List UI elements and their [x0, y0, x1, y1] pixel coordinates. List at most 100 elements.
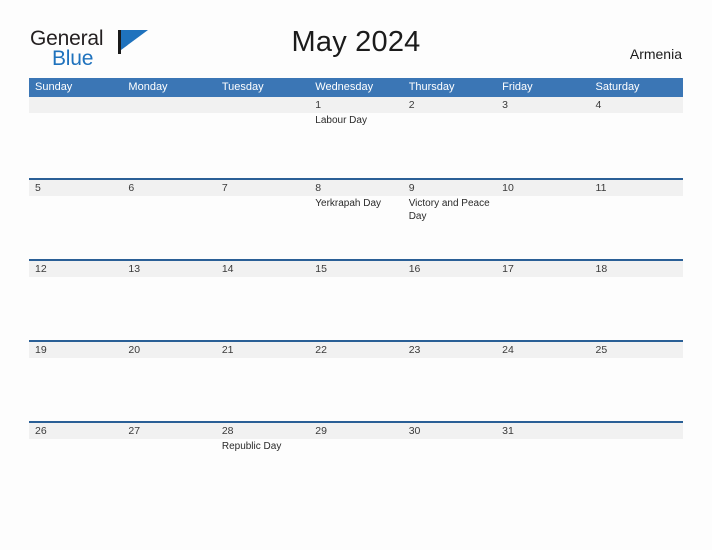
day-number: 17: [502, 263, 514, 275]
day-events: Yerkrapah Day: [315, 196, 397, 211]
day-number: 10: [502, 182, 514, 194]
calendar-day-cell[interactable]: 4: [590, 97, 683, 176]
calendar-day-cell[interactable]: 10: [496, 180, 589, 259]
day-number: 3: [502, 99, 508, 111]
day-number: [596, 423, 678, 439]
day-number: 18: [595, 263, 608, 275]
weekday-header-thursday: Thursday: [408, 81, 455, 93]
calendar-day-cell[interactable]: 3: [496, 97, 589, 176]
day-number: [222, 97, 304, 113]
calendar-day-cell[interactable]: 12: [29, 261, 122, 340]
calendar-day-cell[interactable]: 5: [29, 180, 122, 259]
calendar-day-cell[interactable]: 6: [122, 180, 215, 259]
day-number: 7: [221, 182, 228, 194]
calendar-day-cell[interactable]: 19: [29, 342, 122, 421]
calendar-week-days: 26 27 28 Republic Day 29 30 31: [29, 423, 683, 502]
day-events: Labour Day: [315, 113, 397, 128]
calendar-day-cell[interactable]: 29: [309, 423, 402, 502]
calendar-day-cell[interactable]: 7: [216, 180, 309, 259]
calendar-day-cell[interactable]: 17: [496, 261, 589, 340]
calendar-week-row: 12 13 14 15 16 17 18: [29, 259, 683, 340]
calendar-day-cell[interactable]: 2: [403, 97, 496, 176]
day-events: Victory and Peace Day: [409, 196, 491, 223]
calendar-day-cell[interactable]: 1 Labour Day: [309, 97, 402, 176]
day-number: 22: [315, 344, 327, 356]
calendar-day-cell-empty: [122, 97, 215, 176]
day-number: 9: [408, 182, 415, 194]
calendar-day-cell[interactable]: 14: [216, 261, 309, 340]
day-number: 23: [408, 344, 421, 356]
calendar-day-cell[interactable]: 9 Victory and Peace Day: [403, 180, 496, 259]
day-number: 25: [595, 344, 608, 356]
weekday-header-row: Sunday Monday Tuesday Wednesday Thursday…: [29, 78, 683, 97]
calendar-week-row: 5 6 7 8 Yerkrapah Day 9 Victory and Peace Day 1…: [29, 178, 683, 259]
day-number: [128, 97, 210, 113]
day-number: 31: [502, 425, 514, 437]
day-number: 13: [128, 263, 141, 275]
calendar-day-cell-empty: [216, 97, 309, 176]
day-number: 4: [595, 99, 602, 111]
calendar-day-cell[interactable]: 22: [309, 342, 402, 421]
day-number: 30: [408, 425, 421, 437]
day-number: 20: [128, 344, 141, 356]
day-number: 14: [221, 263, 234, 275]
calendar-weeks: 1 Labour Day 2 3 4 5 6 7 8 Yerkrapah Day 9 Victory …: [29, 97, 683, 502]
calendar-day-cell[interactable]: 21: [216, 342, 309, 421]
calendar-day-cell-empty: [590, 423, 683, 502]
calendar-day-cell[interactable]: 25: [590, 342, 683, 421]
day-number: 8: [315, 182, 322, 194]
page-title: May 2024: [291, 26, 421, 58]
day-number: 26: [35, 425, 47, 437]
day-number: 29: [315, 425, 327, 437]
calendar-day-cell[interactable]: 24: [496, 342, 589, 421]
calendar-day-cell[interactable]: 31: [496, 423, 589, 502]
page-header: General Blue May 2024 Armenia: [0, 0, 712, 76]
holiday-event-label: Republic Day: [221, 441, 282, 452]
calendar-week-row: 19 20 21 22 23 24 25: [29, 340, 683, 421]
weekday-header-friday: Friday: [502, 81, 533, 93]
calendar-day-cell[interactable]: 16: [403, 261, 496, 340]
day-number: 15: [315, 263, 327, 275]
calendar-day-cell[interactable]: 28 Republic Day: [216, 423, 309, 502]
day-number: 21: [221, 344, 234, 356]
calendar-day-cell[interactable]: 23: [403, 342, 496, 421]
weekday-header-saturday: Saturday: [595, 81, 640, 93]
weekday-header-monday: Monday: [128, 81, 168, 93]
calendar-day-cell[interactable]: 8 Yerkrapah Day: [309, 180, 402, 259]
holiday-event-label: Victory and Peace Day: [408, 198, 490, 222]
calendar-page: General Blue May 2024 Armenia Sunday Mon…: [0, 0, 712, 550]
calendar-grid: Sunday Monday Tuesday Wednesday Thursday…: [29, 78, 683, 502]
calendar-day-cell[interactable]: 11: [590, 180, 683, 259]
day-number: 19: [35, 344, 47, 356]
calendar-week-days: 1 Labour Day 2 3 4: [29, 97, 683, 176]
calendar-week-days: 5 6 7 8 Yerkrapah Day 9 Victory and Peace Day 1…: [29, 180, 683, 259]
calendar-day-cell[interactable]: 30: [403, 423, 496, 502]
weekday-header-tuesday: Tuesday: [221, 81, 264, 93]
calendar-day-cell[interactable]: 18: [590, 261, 683, 340]
calendar-week-days: 12 13 14 15 16 17 18: [29, 261, 683, 340]
holiday-event-label: Yerkrapah Day: [315, 198, 382, 209]
day-number: 12: [35, 263, 47, 275]
day-number: 24: [502, 344, 514, 356]
location-label: Armenia: [629, 46, 682, 62]
calendar-week-row: 1 Labour Day 2 3 4: [29, 97, 683, 178]
calendar-day-cell[interactable]: 27: [122, 423, 215, 502]
day-number: 28: [221, 425, 234, 437]
day-number: 16: [408, 263, 421, 275]
calendar-day-cell[interactable]: 20: [122, 342, 215, 421]
calendar-week-row: 26 27 28 Republic Day 29 30 31: [29, 421, 683, 502]
calendar-day-cell[interactable]: 26: [29, 423, 122, 502]
day-number: 11: [595, 182, 607, 194]
day-number: 27: [128, 425, 141, 437]
day-number: 5: [35, 182, 41, 194]
calendar-day-cell-empty: [29, 97, 122, 176]
day-number: 6: [128, 182, 135, 194]
day-number: [35, 97, 117, 113]
calendar-day-cell[interactable]: 13: [122, 261, 215, 340]
weekday-header-wednesday: Wednesday: [315, 81, 374, 93]
day-number: 1: [315, 99, 322, 111]
weekday-header-sunday: Sunday: [35, 81, 73, 93]
calendar-day-cell[interactable]: 15: [309, 261, 402, 340]
calendar-week-days: 19 20 21 22 23 24 25: [29, 342, 683, 421]
day-events: Republic Day: [222, 439, 304, 454]
